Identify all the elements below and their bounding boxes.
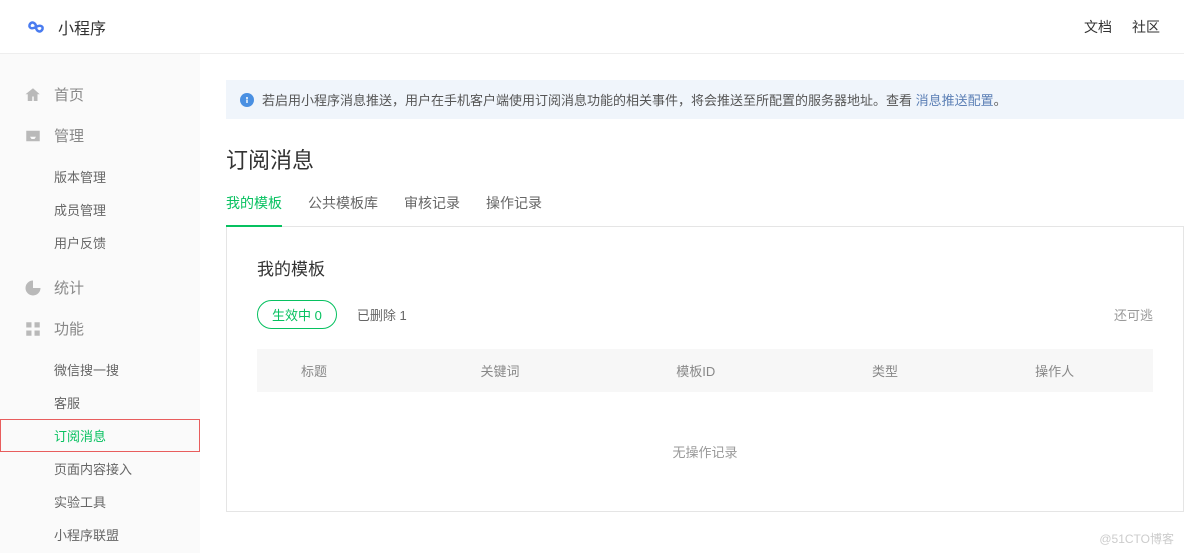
table-header: 标题 关键词 模板ID 类型 操作人 <box>257 349 1153 392</box>
banner-text: 若启用小程序消息推送，用户在手机客户端使用订阅消息功能的相关事件，将会推送至所配… <box>262 90 1007 109</box>
sidebar-sub-feedback[interactable]: 用户反馈 <box>0 226 200 259</box>
tab-my-templates[interactable]: 我的模板 <box>226 193 282 227</box>
page-title: 订阅消息 <box>226 143 1184 175</box>
header-link-community[interactable]: 社区 <box>1132 17 1160 37</box>
filter-right-text: 还可逃 <box>1114 305 1153 324</box>
sidebar-sub-service[interactable]: 客服 <box>0 386 200 419</box>
sidebar-item-features[interactable]: 功能 <box>0 308 200 349</box>
sidebar-sub-alliance[interactable]: 小程序联盟 <box>0 518 200 551</box>
tab-public-templates[interactable]: 公共模板库 <box>308 193 378 226</box>
info-banner: 若启用小程序消息推送，用户在手机客户端使用订阅消息功能的相关事件，将会推送至所配… <box>226 80 1184 119</box>
sidebar: 首页 管理 版本管理 成员管理 用户反馈 统计 功能 微信搜一搜 客服 订阅消息… <box>0 54 200 553</box>
sidebar-label: 管理 <box>54 125 84 146</box>
sidebar-label: 功能 <box>54 318 84 339</box>
tab-operation-log[interactable]: 操作记录 <box>486 193 542 226</box>
sidebar-label: 首页 <box>54 84 84 105</box>
table-empty: 无操作记录 <box>257 392 1153 511</box>
col-operator: 操作人 <box>1035 361 1133 380</box>
header-left: 小程序 <box>24 15 106 39</box>
header-right: 文档 社区 <box>1084 17 1160 37</box>
sidebar-sub-features: 微信搜一搜 客服 订阅消息 页面内容接入 实验工具 小程序联盟 <box>0 349 200 553</box>
panel-title: 我的模板 <box>257 255 1153 280</box>
info-icon <box>240 93 254 107</box>
sidebar-sub-manage: 版本管理 成员管理 用户反馈 <box>0 156 200 267</box>
filter-active[interactable]: 生效中 0 <box>257 300 337 329</box>
filters: 生效中 0 已删除 1 还可逃 <box>257 300 1153 329</box>
sidebar-sub-page-content[interactable]: 页面内容接入 <box>0 452 200 485</box>
col-keyword: 关键词 <box>480 361 676 380</box>
header: 小程序 文档 社区 <box>0 0 1184 54</box>
banner-link[interactable]: 消息推送配置 <box>916 93 994 108</box>
home-icon <box>24 86 42 104</box>
mini-program-logo-icon <box>24 15 48 39</box>
layout: 首页 管理 版本管理 成员管理 用户反馈 统计 功能 微信搜一搜 客服 订阅消息… <box>0 54 1184 553</box>
sidebar-item-stats[interactable]: 统计 <box>0 267 200 308</box>
pie-chart-icon <box>24 279 42 297</box>
sidebar-sub-subscribe[interactable]: 订阅消息 <box>0 419 200 452</box>
header-link-docs[interactable]: 文档 <box>1084 17 1112 37</box>
sidebar-sub-search[interactable]: 微信搜一搜 <box>0 353 200 386</box>
panel: 我的模板 生效中 0 已删除 1 还可逃 标题 关键词 模板ID 类型 操作人 … <box>226 227 1184 512</box>
col-type: 类型 <box>872 361 1035 380</box>
sidebar-label: 统计 <box>54 277 84 298</box>
grid-icon <box>24 320 42 338</box>
inbox-icon <box>24 127 42 145</box>
tabs: 我的模板 公共模板库 审核记录 操作记录 <box>226 193 1184 227</box>
watermark: @51CTO博客 <box>1099 530 1174 547</box>
filter-deleted[interactable]: 已删除 1 <box>357 305 407 324</box>
sidebar-sub-experiment[interactable]: 实验工具 <box>0 485 200 518</box>
col-template-id: 模板ID <box>676 361 872 380</box>
col-title: 标题 <box>277 361 480 380</box>
sidebar-item-home[interactable]: 首页 <box>0 74 200 115</box>
tab-review[interactable]: 审核记录 <box>404 193 460 226</box>
sidebar-sub-members[interactable]: 成员管理 <box>0 193 200 226</box>
main: 若启用小程序消息推送，用户在手机客户端使用订阅消息功能的相关事件，将会推送至所配… <box>200 54 1184 553</box>
sidebar-item-manage[interactable]: 管理 <box>0 115 200 156</box>
brand-name: 小程序 <box>58 15 106 39</box>
sidebar-sub-version[interactable]: 版本管理 <box>0 160 200 193</box>
